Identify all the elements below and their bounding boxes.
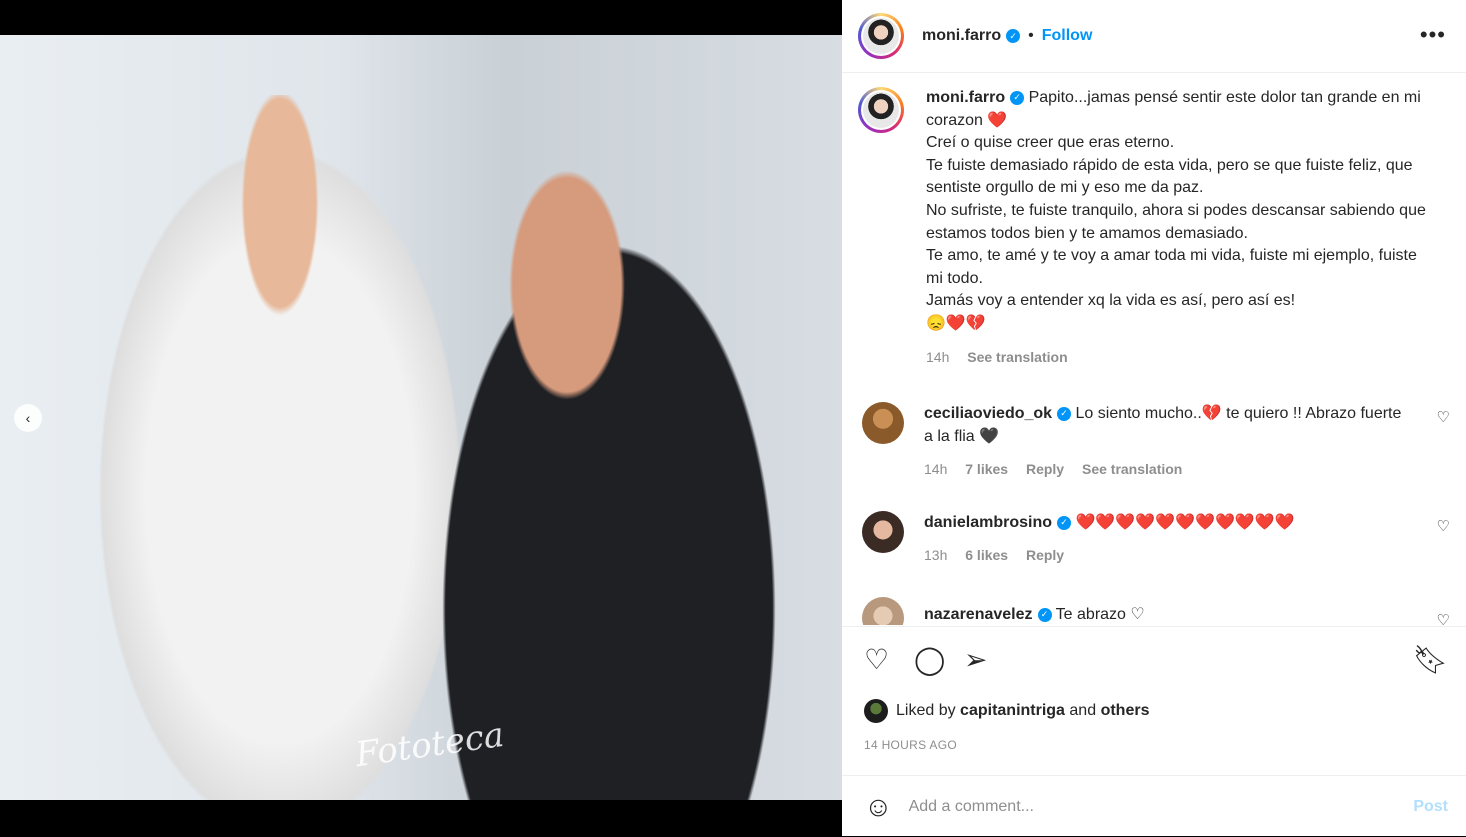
author-username[interactable]: moni.farro: [922, 27, 1001, 45]
caption-line: No sufriste, te fuiste tranquilo, ahora …: [926, 201, 1426, 242]
emoji-smiley-icon[interactable]: ☺: [864, 791, 893, 823]
caption-line: Te amo, te amé y te voy a amar toda mi v…: [926, 247, 1417, 287]
verified-badge-icon: ✓: [1057, 406, 1072, 421]
post-photo: Fototeca: [0, 35, 842, 800]
liked-by-and: and: [1069, 702, 1097, 719]
post-header: moni.farro ✓ • Follow •••: [842, 0, 1466, 73]
caption-username[interactable]: moni.farro: [926, 89, 1005, 106]
caption-line: Jamás voy a entender xq la vida es así, …: [926, 292, 1296, 310]
post-caption: moni.farro ✓ Papito...jamas pensé sentir …: [842, 73, 1466, 368]
verified-badge-icon: ✓: [1006, 29, 1021, 43]
caption-author-avatar[interactable]: [858, 87, 904, 133]
comment-time[interactable]: 13h: [924, 547, 947, 563]
comment-meta: 13h 6 likes Reply: [924, 544, 1404, 567]
comment-item: ceciliaoviedo_ok ✓ Lo siento mucho..💔 te …: [842, 402, 1466, 481]
like-heart-icon[interactable]: ♡: [864, 645, 889, 675]
see-translation-button[interactable]: See translation: [967, 349, 1067, 365]
verified-badge-icon: ✓: [1037, 607, 1052, 622]
comment-time[interactable]: 14h: [924, 461, 947, 477]
comment-item: nazarenavelez ✓ Te abrazo ♡ ♡: [842, 597, 1466, 625]
post-timestamp[interactable]: 14 HOURS AGO: [864, 738, 957, 752]
previous-image-button[interactable]: ‹: [14, 404, 42, 432]
commenter-avatar[interactable]: [862, 402, 904, 445]
verified-badge-icon: ✓: [1010, 90, 1025, 105]
caption-line: Creí o quise creer que eras eterno.: [926, 134, 1175, 152]
author-avatar[interactable]: [858, 13, 904, 59]
chevron-left-icon: ‹: [25, 410, 31, 426]
post-side-panel: moni.farro ✓ • Follow ••• moni.farro ✓ Pa…: [842, 0, 1466, 836]
comment-likes[interactable]: 7 likes: [965, 461, 1008, 477]
share-paper-plane-icon[interactable]: ➢: [964, 645, 987, 675]
like-comment-heart-icon[interactable]: ♡: [1437, 408, 1450, 426]
comment-likes[interactable]: 6 likes: [965, 547, 1008, 563]
liker-avatar[interactable]: [864, 699, 888, 723]
reply-button[interactable]: Reply: [1026, 461, 1064, 477]
caption-time[interactable]: 14h: [926, 349, 949, 365]
liked-by: Liked by capitanintriga and others: [864, 699, 1149, 723]
liked-by-user[interactable]: capitanintriga: [960, 702, 1065, 720]
post-media: Fototeca ‹: [0, 0, 842, 836]
caption-meta: 14h See translation: [926, 346, 1426, 369]
follow-button[interactable]: Follow: [1042, 27, 1093, 45]
comment-username[interactable]: danielambrosino: [924, 514, 1052, 531]
save-bookmark-icon[interactable]: 🔖︎: [1412, 645, 1448, 675]
add-comment-bar: ☺ Add a comment... Post: [842, 775, 1466, 837]
comment-text: Te abrazo ♡: [1055, 606, 1145, 624]
like-comment-heart-icon[interactable]: ♡: [1437, 517, 1450, 535]
comment-input[interactable]: Add a comment...: [909, 798, 1034, 816]
like-comment-heart-icon[interactable]: ♡: [1437, 611, 1450, 625]
commenter-avatar[interactable]: [862, 597, 904, 625]
post-actions: ♡ ◯ ➢ 🔖︎: [842, 626, 1466, 693]
post-comment-button[interactable]: Post: [1413, 798, 1448, 816]
liked-by-others[interactable]: others: [1101, 702, 1150, 720]
see-translation-button[interactable]: See translation: [1082, 461, 1182, 477]
comment-meta: 14h 7 likes Reply See translation: [924, 458, 1404, 481]
caption-line: Te fuiste demasiado rápido de esta vida,…: [926, 156, 1413, 197]
verified-badge-icon: ✓: [1057, 515, 1072, 530]
photo-man: [420, 105, 840, 800]
comment-username[interactable]: nazarenavelez: [924, 606, 1033, 623]
comment-bubble-icon[interactable]: ◯: [914, 645, 945, 675]
liked-by-prefix: Liked by: [896, 702, 956, 719]
commenter-avatar[interactable]: [862, 511, 904, 554]
comment-item: danielambrosino ✓ ❤️❤️❤️❤️❤️❤️❤️❤️❤️❤️❤️ …: [842, 511, 1466, 567]
reply-button[interactable]: Reply: [1026, 547, 1064, 563]
comment-text: ❤️❤️❤️❤️❤️❤️❤️❤️❤️❤️❤️: [1075, 514, 1295, 532]
comments-list[interactable]: moni.farro ✓ Papito...jamas pensé sentir …: [842, 73, 1466, 625]
more-options-icon[interactable]: •••: [1420, 22, 1446, 48]
comment-username[interactable]: ceciliaoviedo_ok: [924, 405, 1052, 422]
caption-emojis: 😞❤️💔: [926, 314, 986, 332]
separator-dot: •: [1028, 27, 1034, 44]
